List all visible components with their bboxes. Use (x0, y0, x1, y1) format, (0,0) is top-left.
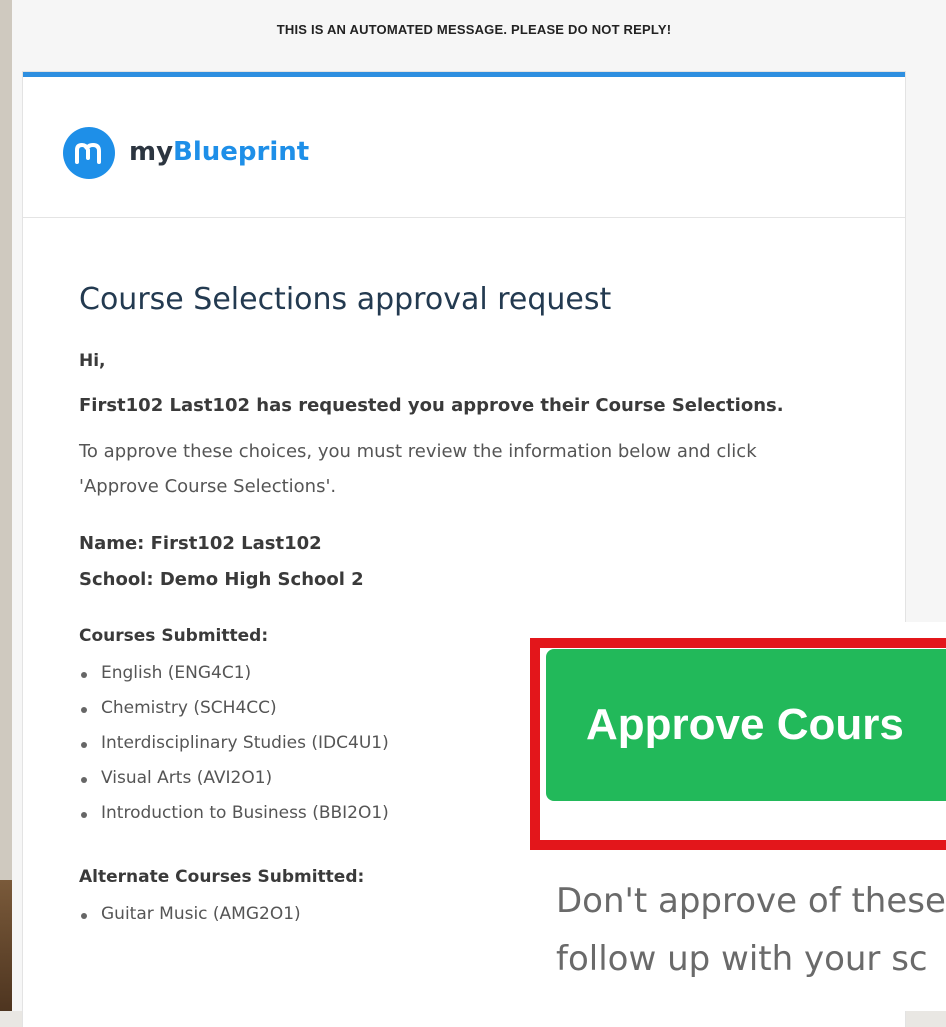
instructions: To approve these choices, you must revie… (79, 441, 757, 497)
student-school: School: Demo High School 2 (79, 569, 364, 590)
decline-line-2: follow up with your sc (556, 939, 928, 979)
myblueprint-logo-icon (63, 127, 115, 179)
decline-line-1: Don't approve of these (556, 881, 946, 921)
zoomed-callout: Approve Cours Don't approve of these fol… (520, 622, 946, 1011)
automated-message-banner: THIS IS AN AUTOMATED MESSAGE. PLEASE DO … (276, 22, 672, 37)
decline-note: Don't approve of these follow up with yo… (556, 872, 946, 988)
brand-accent: Blueprint (173, 137, 310, 167)
request-statement: First102 Last102 has requested you appro… (79, 395, 784, 416)
brand-name: myBlueprint (129, 137, 309, 167)
student-name: Name: First102 Last102 (79, 533, 322, 554)
brand-prefix: my (129, 137, 174, 167)
background-strip (0, 0, 12, 880)
approve-course-selections-button[interactable]: Approve Cours (546, 649, 946, 801)
greeting: Hi, (79, 351, 106, 371)
m-glyph-icon (75, 142, 101, 164)
brand-header: myBlueprint (23, 77, 905, 218)
email-title: Course Selections approval request (79, 282, 612, 317)
